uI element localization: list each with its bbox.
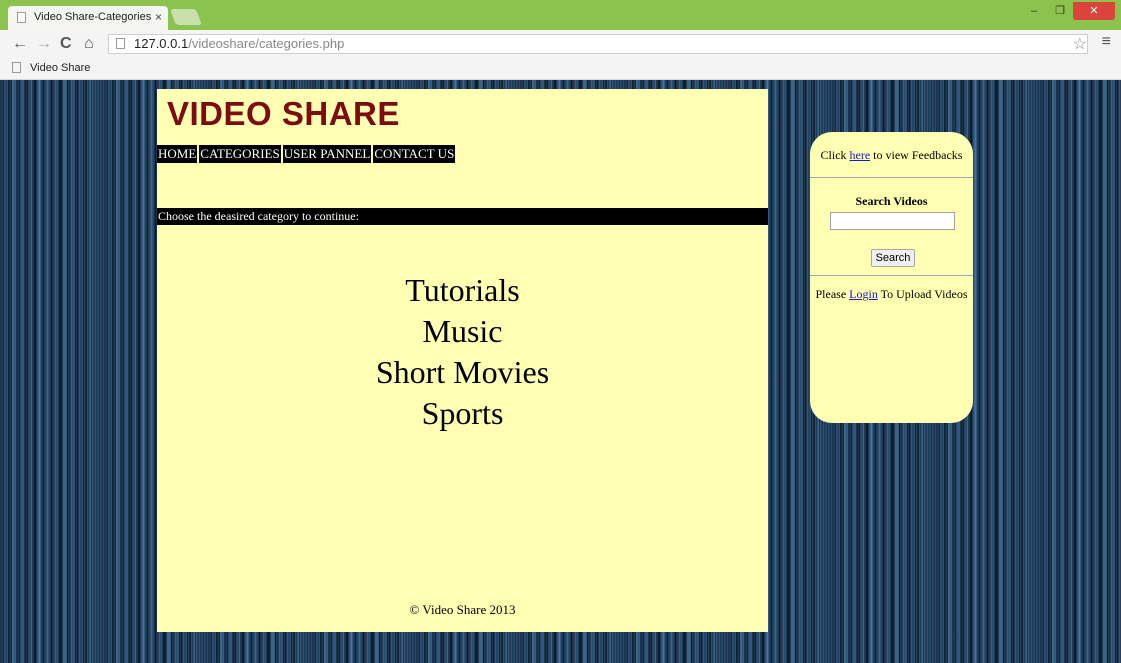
search-heading: Search Videos [855, 194, 928, 208]
menu-icon[interactable]: ≡ [1102, 33, 1111, 51]
reload-icon[interactable]: C [60, 35, 72, 53]
instruction-bar: Choose the deasired category to continue… [157, 208, 768, 225]
bookmarks-bar: Video Share [0, 58, 1121, 80]
close-window-icon[interactable]: ✕ [1073, 2, 1115, 20]
footer-copyright: © Video Share 2013 [409, 602, 516, 617]
nav-home[interactable]: HOME [157, 145, 198, 163]
main-panel: VIDEO SHARE HOME CATEGORIES USER PANNEL … [157, 89, 768, 632]
category-list: Tutorials Music Short Movies Sports [157, 270, 768, 434]
nav-categories[interactable]: CATEGORIES [199, 145, 281, 163]
nav-user-pannel[interactable]: USER PANNEL [282, 145, 372, 163]
page-icon [116, 38, 125, 49]
bookmark-item[interactable]: Video Share [12, 62, 90, 74]
sidebar: Click here to view Feedbacks Search Vide… [810, 132, 973, 423]
feedback-suffix: to view Feedbacks [870, 148, 963, 162]
site-title: VIDEO SHARE [167, 95, 400, 132]
bookmark-star-icon[interactable]: ☆ [1073, 34, 1087, 54]
category-link-sports[interactable]: Sports [157, 393, 768, 434]
bookmark-label: Video Share [30, 62, 91, 74]
category-link-music[interactable]: Music [157, 311, 768, 352]
window-controls: – ❐ ✕ [1021, 2, 1115, 20]
browser-title-bar: Video Share-Categories × – ❐ ✕ [0, 0, 1121, 30]
browser-tab[interactable]: Video Share-Categories × [8, 6, 168, 30]
upload-text: Please Login To Upload Videos [810, 287, 973, 302]
category-link-short-movies[interactable]: Short Movies [157, 352, 768, 393]
back-icon[interactable]: ← [12, 35, 28, 53]
nav-menu: HOME CATEGORIES USER PANNEL CONTACT US [157, 145, 456, 163]
search-button[interactable]: Search [871, 249, 915, 267]
feedback-prefix: Click [820, 148, 850, 162]
feedback-text: Click here to view Feedbacks [810, 148, 973, 163]
browser-toolbar: ← → C ⌂ 127.0.0.1/videoshare/categories.… [0, 30, 1121, 58]
divider [810, 275, 973, 276]
nav-contact-us[interactable]: CONTACT US [373, 145, 456, 163]
url-host: 127.0.0.1 [134, 36, 189, 51]
search-input[interactable] [830, 212, 955, 230]
upload-prefix: Please [815, 287, 850, 301]
login-link[interactable]: Login [849, 287, 878, 301]
url-path: /videoshare/categories.php [188, 36, 345, 51]
address-bar[interactable]: 127.0.0.1/videoshare/categories.php [108, 34, 1088, 54]
divider [810, 177, 973, 178]
restore-icon[interactable]: ❐ [1047, 2, 1073, 20]
category-link-tutorials[interactable]: Tutorials [157, 270, 768, 311]
new-tab-button[interactable] [170, 9, 202, 25]
page-icon [17, 12, 26, 23]
tab-title: Video Share-Categories [34, 11, 152, 23]
feedback-link[interactable]: here [850, 148, 871, 162]
page-icon [12, 62, 21, 73]
upload-suffix: To Upload Videos [877, 287, 968, 301]
home-icon[interactable]: ⌂ [84, 35, 94, 53]
minimize-icon[interactable]: – [1021, 2, 1047, 20]
forward-icon[interactable]: → [36, 35, 52, 53]
tab-close-icon[interactable]: × [155, 10, 162, 24]
